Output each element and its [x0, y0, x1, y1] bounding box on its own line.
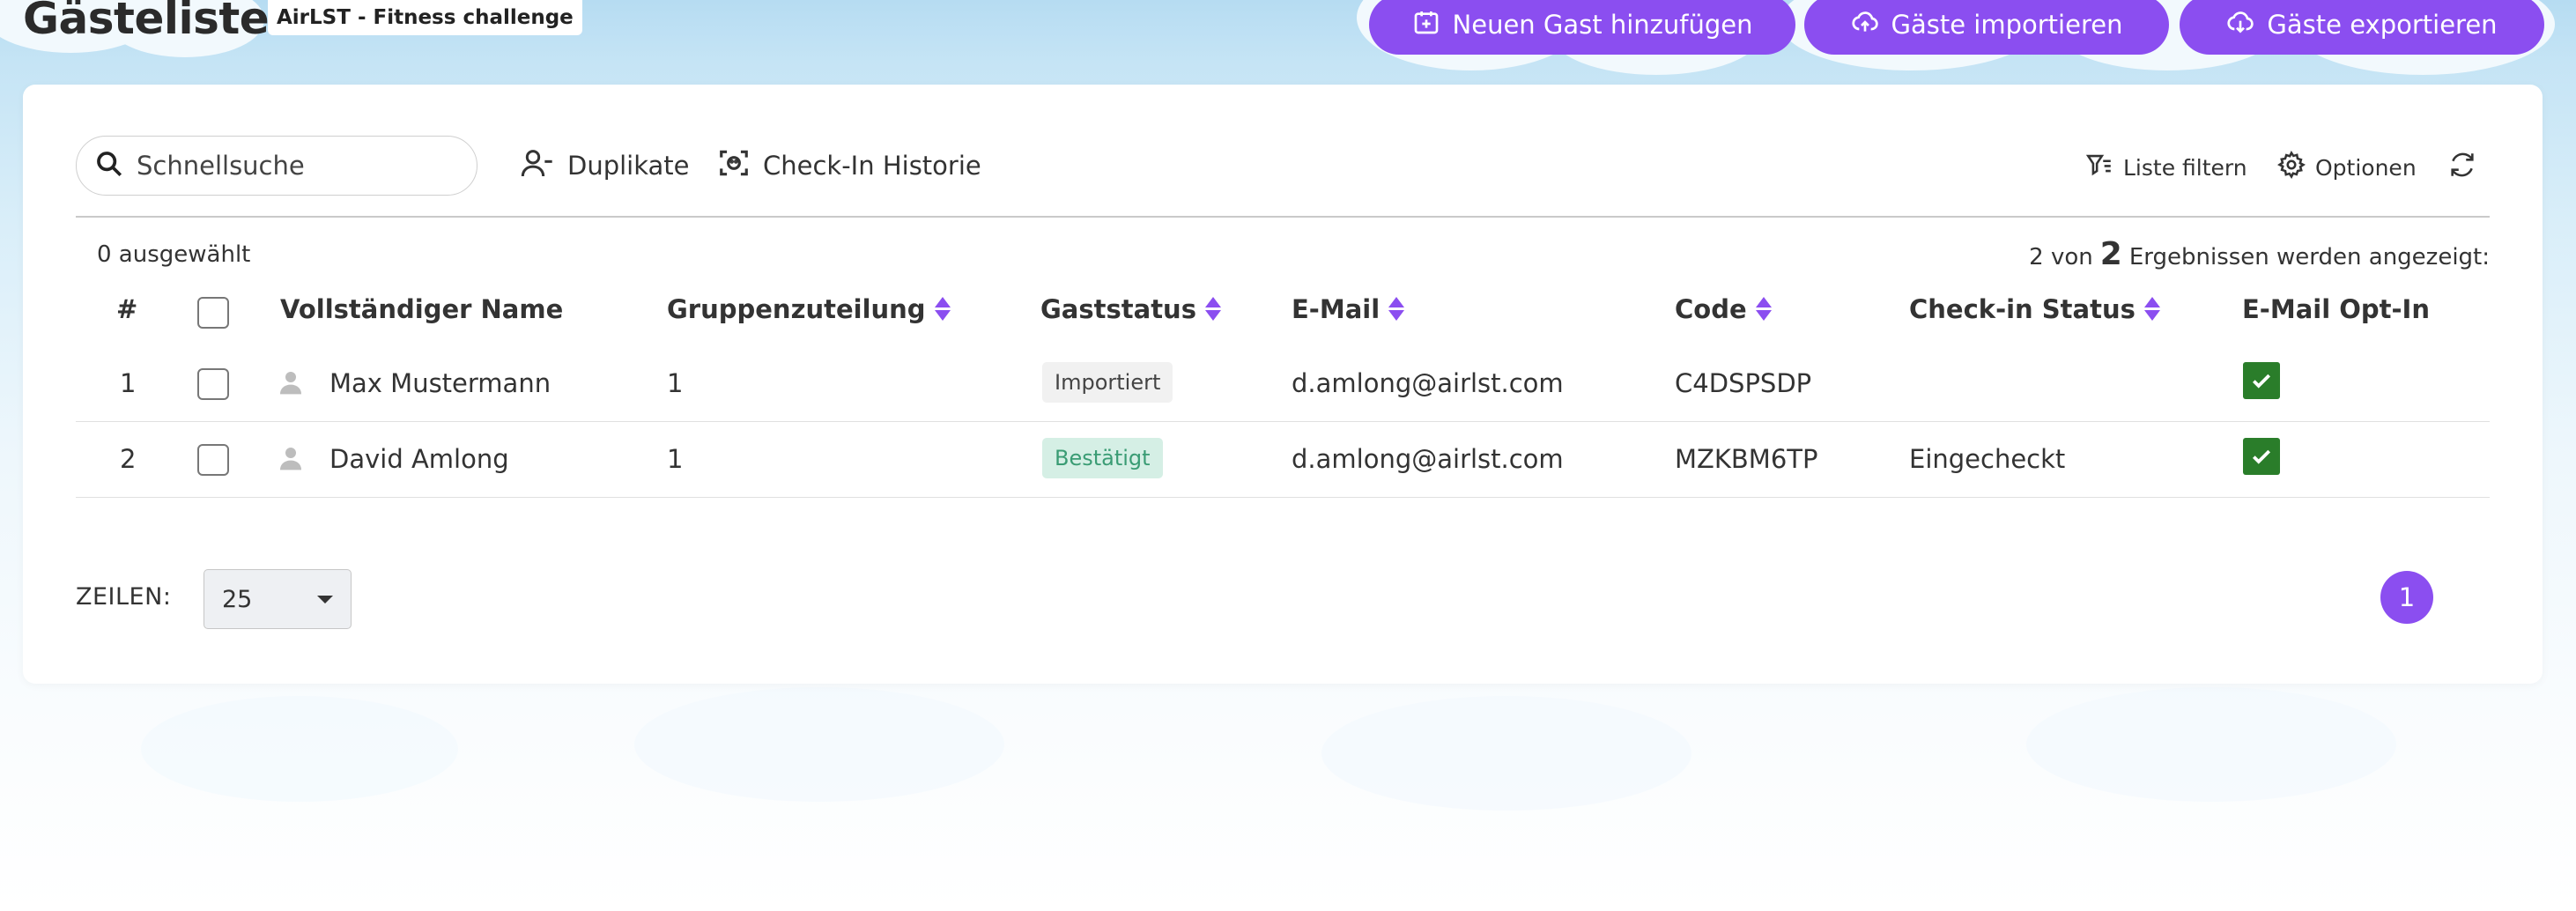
cloud-decoration [634, 687, 1004, 802]
sort-icon[interactable] [1387, 296, 1406, 322]
calendar-plus-icon [1412, 8, 1440, 42]
cloud-download-icon [2226, 8, 2254, 42]
rows-per-page-select[interactable]: 25 [204, 569, 352, 629]
filter-icon [2084, 150, 2114, 185]
export-guests-button[interactable]: Gäste exportieren [2180, 0, 2544, 55]
guest-name-link[interactable]: Max Mustermann [329, 368, 551, 398]
column-header-email[interactable]: E-Mail [1292, 294, 1406, 324]
cloud-upload-icon [1851, 8, 1879, 42]
search-input[interactable] [137, 151, 436, 181]
cloud-decoration [1321, 696, 1691, 811]
sort-icon[interactable] [1203, 296, 1223, 322]
group-value: 1 [667, 368, 684, 398]
checkin-status-value: Eingecheckt [1909, 444, 2066, 474]
sort-icon[interactable] [933, 296, 952, 322]
results-suffix: Ergebnissen werden angezeigt: [2128, 244, 2490, 270]
status-badge: Importiert [1042, 362, 1173, 403]
column-header-group[interactable]: Gruppenzuteilung [667, 294, 952, 324]
row-divider [76, 421, 2490, 422]
results-summary: 2 von 2 Ergebnissen werden angezeigt: [2029, 236, 2490, 272]
optin-checkmark-icon [2243, 362, 2280, 399]
gear-icon [2276, 150, 2306, 185]
caret-down-icon [317, 595, 333, 604]
status-badge: Bestätigt [1042, 438, 1163, 478]
select-all-checkbox[interactable] [197, 297, 229, 329]
guest-list-card: Duplikate Check-In Historie Liste filter… [23, 85, 2543, 684]
results-prefix: 2 von [2029, 244, 2093, 270]
optin-checkmark-icon [2243, 438, 2280, 475]
column-header-status[interactable]: Gaststatus [1040, 294, 1223, 324]
toolbar-divider [76, 216, 2490, 218]
filter-list-label: Liste filtern [2123, 154, 2247, 181]
add-guest-button[interactable]: Neuen Gast hinzufügen [1369, 0, 1795, 55]
page-title: Gästeliste [23, 0, 270, 44]
refresh-icon [2447, 150, 2477, 185]
person-icon [277, 368, 305, 396]
person-icon [277, 444, 305, 472]
rows-per-page-label: ZEILEN: [76, 583, 172, 611]
export-guests-label: Gäste exportieren [2267, 10, 2498, 40]
email-value: d.amlong@airlst.com [1292, 444, 1564, 474]
checkin-history-button[interactable]: Check-In Historie [717, 136, 981, 196]
import-guests-button[interactable]: Gäste importieren [1804, 0, 2169, 55]
selected-count: 0 ausgewählt [97, 241, 251, 268]
face-scan-icon [717, 146, 751, 186]
options-label: Optionen [2315, 154, 2417, 181]
quick-search[interactable] [76, 136, 477, 196]
code-value: C4DSPSDP [1675, 368, 1812, 398]
add-guest-label: Neuen Gast hinzufügen [1452, 10, 1753, 40]
email-value: d.amlong@airlst.com [1292, 368, 1564, 398]
sort-icon[interactable] [1754, 296, 1773, 322]
rows-per-page-value: 25 [222, 585, 253, 613]
search-icon [94, 149, 124, 182]
checkin-history-label: Check-In Historie [763, 151, 981, 181]
code-value: MZKBM6TP [1675, 444, 1818, 474]
import-guests-label: Gäste importieren [1891, 10, 2123, 40]
cloud-decoration [141, 696, 458, 802]
results-count: 2 [2099, 236, 2122, 272]
refresh-button[interactable] [2447, 148, 2477, 187]
pagination-page-button[interactable]: 1 [2380, 571, 2433, 624]
row-divider [76, 497, 2490, 498]
row-index: 1 [120, 368, 137, 398]
cloud-decoration [2026, 687, 2396, 802]
sort-icon[interactable] [2143, 296, 2162, 322]
column-header-checkin[interactable]: Check-in Status [1909, 294, 2162, 324]
filter-list-button[interactable]: Liste filtern [2084, 148, 2247, 187]
event-name-badge: AirLST - Fitness challenge [268, 0, 582, 35]
guest-name-link[interactable]: David Amlong [329, 444, 509, 474]
duplicates-button[interactable]: Duplikate [520, 136, 690, 196]
row-index: 2 [120, 444, 137, 474]
options-button[interactable]: Optionen [2276, 148, 2417, 187]
duplicates-label: Duplikate [567, 151, 690, 181]
row-checkbox[interactable] [197, 444, 229, 476]
column-header-optin: E-Mail Opt-In [2242, 294, 2430, 324]
row-checkbox[interactable] [197, 368, 229, 400]
column-header-name[interactable]: Vollständiger Name [280, 294, 563, 324]
user-minus-icon [520, 145, 555, 187]
column-header-index: # [116, 294, 138, 324]
group-value: 1 [667, 444, 684, 474]
column-header-code[interactable]: Code [1675, 294, 1773, 324]
